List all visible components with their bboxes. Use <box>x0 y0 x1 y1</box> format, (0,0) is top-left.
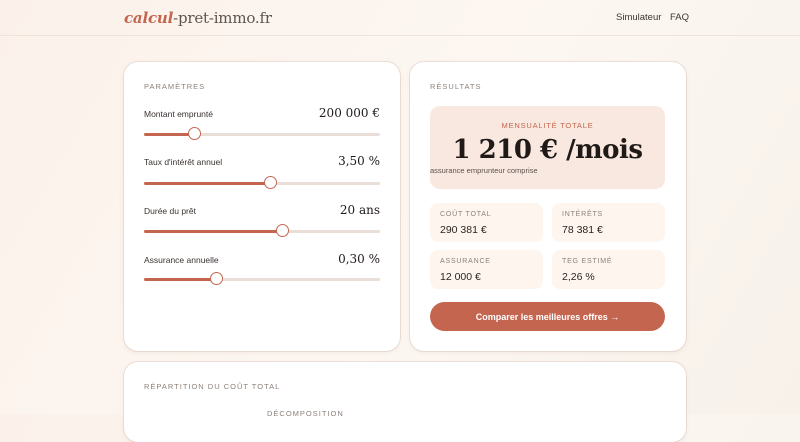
slider-fill <box>144 278 218 281</box>
param-label-insurance: Assurance annuelle <box>144 255 219 265</box>
slider-thumb[interactable] <box>210 272 224 285</box>
param-value-rate: 3,50 % <box>338 154 380 168</box>
logo-rest: -pret-immo.fr <box>173 9 272 27</box>
compare-offers-button[interactable]: Comparer les meilleures offres → <box>430 302 665 331</box>
stat-value: 2,26 % <box>562 271 595 283</box>
stat-label: ASSURANCE <box>440 258 491 265</box>
parameters-title: PARAMÈTRES <box>144 82 206 91</box>
monthly-value: 1 210 € /mois <box>452 135 643 165</box>
stat-label: COÛT TOTAL <box>440 211 492 218</box>
top-nav: calcul-pret-immo.fr Simulateur FAQ <box>0 0 800 36</box>
breakdown-card: RÉPARTITION DU COÛT TOTAL DÉCOMPOSITION <box>124 362 686 442</box>
stat-value: 12 000 € <box>440 271 481 283</box>
results-card: RÉSULTATS MENSUALITÉ TOTALE 1 210 € /moi… <box>410 62 686 351</box>
nav-link-faq[interactable]: FAQ <box>670 12 689 23</box>
param-value-insurance: 0,30 % <box>338 252 380 266</box>
slider-rate[interactable] <box>144 176 380 189</box>
stat-interests: INTÉRÊTS 78 381 € <box>552 203 665 242</box>
slider-fill <box>144 182 272 185</box>
site-logo[interactable]: calcul-pret-immo.fr <box>124 9 272 27</box>
param-label-rate: Taux d'intérêt annuel <box>144 157 223 167</box>
monthly-sub: assurance emprunteur comprise <box>430 166 538 175</box>
slider-amount[interactable] <box>144 127 380 140</box>
param-value-duration: 20 ans <box>339 203 380 217</box>
logo-accent: calcul <box>124 9 174 27</box>
stat-total-cost: COÛT TOTAL 290 381 € <box>430 203 543 242</box>
stat-value: 78 381 € <box>562 224 603 236</box>
slider-duration[interactable] <box>144 224 380 237</box>
stat-label: INTÉRÊTS <box>562 211 604 218</box>
slider-insurance[interactable] <box>144 272 380 285</box>
parameters-card: PARAMÈTRES Montant emprunté 200 000 € Ta… <box>124 62 400 351</box>
param-label-amount: Montant emprunté <box>144 109 213 119</box>
stat-value: 290 381 € <box>440 224 487 236</box>
stat-label: TEG ESTIMÉ <box>562 258 613 265</box>
param-value-amount: 200 000 € <box>318 106 380 120</box>
results-title: RÉSULTATS <box>430 82 482 91</box>
nav-link-simulateur[interactable]: Simulateur <box>616 12 661 23</box>
slider-thumb[interactable] <box>188 127 202 140</box>
slider-thumb[interactable] <box>276 224 290 237</box>
stat-insurance: ASSURANCE 12 000 € <box>430 250 543 289</box>
breakdown-title: RÉPARTITION DU COÛT TOTAL <box>144 382 281 391</box>
param-label-duration: Durée du prêt <box>144 206 196 216</box>
slider-thumb[interactable] <box>264 176 278 189</box>
slider-fill <box>144 230 284 233</box>
monthly-payment-panel: MENSUALITÉ TOTALE 1 210 € /mois <box>430 106 665 189</box>
monthly-label: MENSUALITÉ TOTALE <box>501 121 594 130</box>
stat-teg: TEG ESTIMÉ 2,26 % <box>552 250 665 289</box>
